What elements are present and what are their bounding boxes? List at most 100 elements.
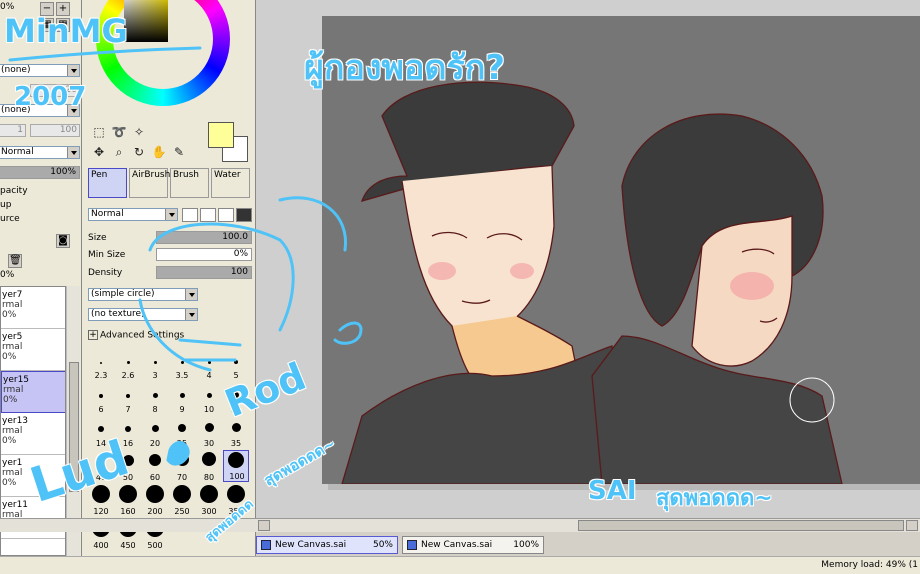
plus-icon[interactable]: + [56, 2, 70, 16]
canvas-area[interactable] [256, 0, 920, 518]
layer-item[interactable]: yer13 rmal 0% [1, 413, 65, 455]
combo-value: (none) [1, 65, 31, 75]
brush-size-cell[interactable]: 10 [196, 382, 222, 414]
brush-dot-icon [122, 455, 134, 466]
brush-size-cell[interactable]: 3 [142, 348, 168, 380]
source-combo-1[interactable]: (none) [0, 64, 80, 77]
brush-size-cell[interactable]: 120 [88, 484, 114, 516]
advanced-settings-toggle[interactable]: + Advanced Settings [88, 330, 184, 341]
foreground-color-swatch[interactable] [208, 122, 234, 148]
status-bar: Memory load: 49% (1 [0, 556, 920, 574]
density-slider[interactable]: 100 [156, 266, 252, 279]
brush-size-cell[interactable]: 16 [115, 416, 141, 448]
brush-size-cell[interactable]: 160 [115, 484, 141, 516]
rect-select-icon[interactable]: ⬚ [90, 124, 108, 140]
zoom-icon[interactable]: ⌕ [110, 144, 128, 160]
brush-size-cell[interactable]: 3.5 [169, 348, 195, 380]
size-slider[interactable]: 100.0 [156, 231, 252, 244]
brush-shape-1[interactable] [182, 208, 198, 222]
texture-value: (no texture) [91, 309, 145, 319]
layer-name: yer15 [3, 375, 30, 385]
brush-size-cell[interactable]: 60 [142, 450, 168, 482]
brush-shape-select[interactable]: (simple circle) [88, 288, 198, 301]
brush-blend-select[interactable]: Normal [88, 208, 178, 221]
grid-icon[interactable]: ▦ [40, 18, 54, 32]
tab-water[interactable]: Water [211, 168, 250, 198]
blend-mode-select[interactable]: Normal [0, 146, 80, 159]
source-combo-2[interactable]: (none) [0, 104, 80, 117]
brush-size-cell[interactable]: 300 [196, 484, 222, 516]
scroll-thumb[interactable] [69, 362, 79, 492]
color-wheel[interactable] [96, 0, 230, 106]
layer-item-selected[interactable]: yer15 rmal 0% [1, 371, 65, 413]
tab-airbrush[interactable]: AirBrush [129, 168, 170, 198]
doc-tab-1[interactable]: New Canvas.sai 50% [256, 536, 398, 554]
layer-name: yer7 [2, 290, 23, 300]
blend-mode-value: Normal [1, 147, 34, 157]
layer-item[interactable]: yer7 rmal 0% [1, 287, 65, 329]
brush-size-cell[interactable]: 4 [196, 348, 222, 380]
grid-icon-2[interactable]: ▦ [56, 18, 70, 32]
opacity-label: pacity [0, 186, 28, 196]
brush-size-label: 160 [120, 507, 136, 516]
layer-opacity: 0% [3, 395, 18, 405]
opacity-slider[interactable]: 100% [0, 166, 80, 179]
brush-texture-select[interactable]: (no texture) [88, 308, 198, 321]
brush-size-cell[interactable]: 8 [142, 382, 168, 414]
brush-size-cell[interactable]: 6 [88, 382, 114, 414]
brush-dot-icon [180, 361, 184, 364]
minus-icon[interactable]: − [40, 2, 54, 16]
brush-size-cell[interactable]: 20 [142, 416, 168, 448]
eyedropper-icon[interactable]: ✎ [170, 144, 188, 160]
brush-size-cell[interactable]: 9 [169, 382, 195, 414]
brush-size-cell[interactable]: 14 [88, 416, 114, 448]
brush-shape-4[interactable] [236, 208, 252, 222]
brush-size-cell[interactable]: 5 [223, 348, 249, 380]
layer-list: yer7 rmal 0% yer5 rmal 0% yer15 rmal 0% … [0, 286, 66, 556]
scroll-left-icon[interactable] [258, 520, 270, 531]
brush-size-cell[interactable]: 12 [223, 382, 249, 414]
chevron-down-icon [185, 289, 197, 300]
min-size-slider[interactable]: 0% [156, 248, 252, 261]
brush-size-cell[interactable]: 7 [115, 382, 141, 414]
tab-brush[interactable]: Brush [170, 168, 209, 198]
tab-pen[interactable]: Pen [88, 168, 127, 198]
brush-shape-2[interactable] [200, 208, 216, 222]
rotate-icon[interactable]: ↻ [130, 144, 148, 160]
layer-scrollbar[interactable] [66, 286, 80, 556]
magic-wand-icon[interactable]: ✧ [130, 124, 148, 140]
brush-size-cell[interactable]: 2.6 [115, 348, 141, 380]
drawing-canvas[interactable] [322, 16, 920, 485]
brush-shape-3[interactable] [218, 208, 234, 222]
trash-icon[interactable]: 🗑 [8, 254, 22, 268]
saturation-value-square[interactable] [124, 0, 168, 42]
brush-size-cell[interactable]: 50 [115, 450, 141, 482]
lasso-icon[interactable]: ➰ [110, 124, 128, 140]
size-label: Size [88, 233, 107, 243]
scroll-right-icon[interactable] [906, 520, 918, 531]
size-value: 100.0 [222, 232, 248, 242]
brush-size-cell[interactable]: 35 [223, 416, 249, 448]
brush-size-cell[interactable]: 2.3 [88, 348, 114, 380]
brush-size-cell[interactable]: 25 [169, 416, 195, 448]
brush-size-cell[interactable]: 200 [142, 484, 168, 516]
brush-size-cell[interactable]: 80 [196, 450, 222, 482]
brush-size-cell[interactable]: 350 [223, 484, 249, 516]
move-icon[interactable]: ✥ [90, 144, 108, 160]
advanced-label: Advanced Settings [100, 330, 185, 341]
canvas-shadow [328, 484, 920, 490]
canvas-horizontal-scrollbar[interactable] [0, 518, 920, 532]
brush-size-cell[interactable]: 100 [223, 450, 249, 482]
layer-item[interactable]: yer1 rmal 0% [1, 455, 65, 497]
brush-size-cell[interactable]: 70 [169, 450, 195, 482]
scroll-thumb[interactable] [578, 520, 904, 531]
brush-size-cell[interactable]: 40 [88, 450, 114, 482]
doc-tab-2[interactable]: New Canvas.sai 100% [402, 536, 544, 554]
brush-size-cell[interactable]: 250 [169, 484, 195, 516]
hand-icon[interactable]: ✋ [150, 144, 168, 160]
layer-settings-icon[interactable]: ◙ [56, 234, 70, 248]
brush-size-label: 4 [206, 371, 212, 380]
brush-size-label: 25 [176, 439, 188, 448]
brush-size-cell[interactable]: 30 [196, 416, 222, 448]
layer-item[interactable]: yer5 rmal 0% [1, 329, 65, 371]
